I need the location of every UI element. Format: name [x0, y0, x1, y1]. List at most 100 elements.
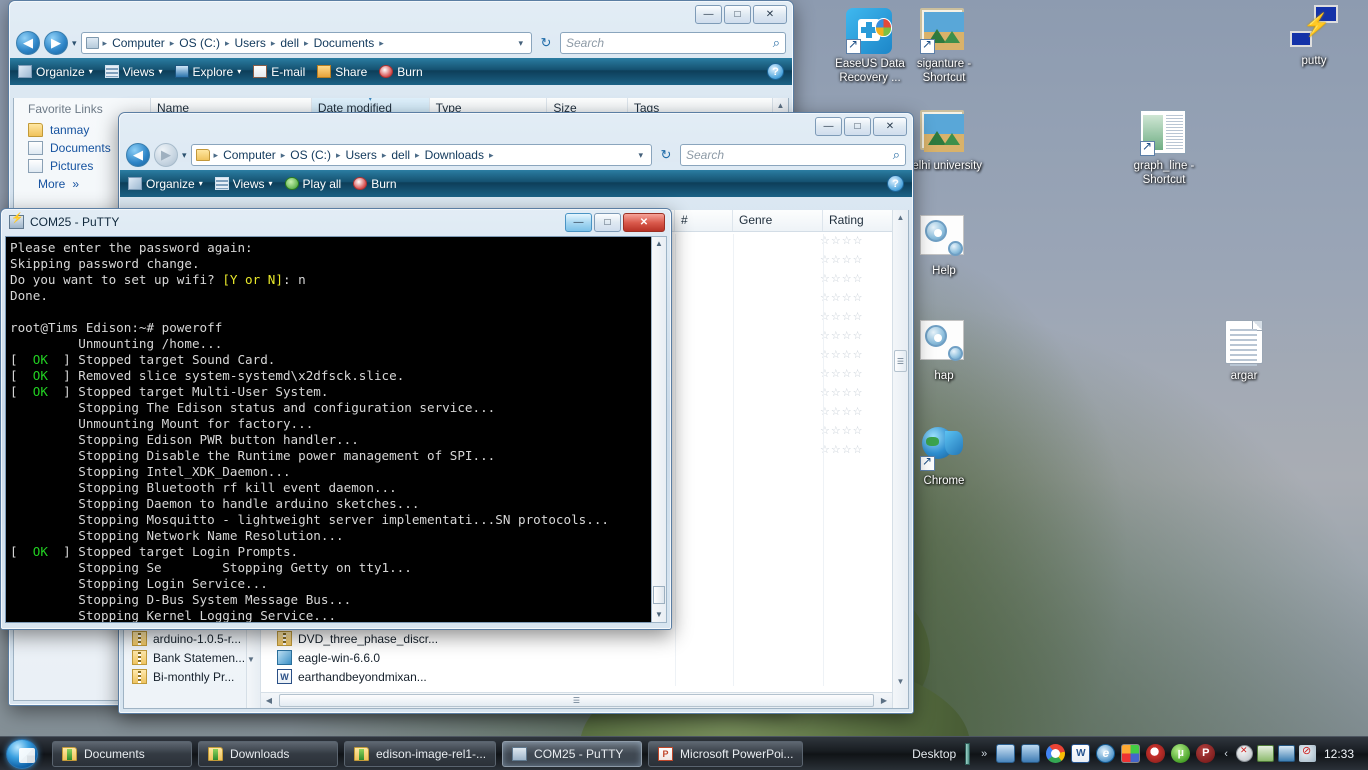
forward-button[interactable]: ▶ — [44, 31, 68, 55]
scroll-thumb-horizontal[interactable]: ☰ — [279, 694, 874, 707]
breadcrumb-dell[interactable]: dell — [277, 35, 302, 51]
rating-stars[interactable]: ☆☆☆☆ — [820, 310, 892, 329]
scroll-thumb[interactable] — [653, 586, 665, 604]
show-desktop-icon[interactable] — [996, 744, 1016, 763]
breadcrumb-os-c[interactable]: OS (C:) — [287, 147, 334, 163]
documents-navigation-bar[interactable]: ◀ ▶ ▾ ▸ Computer ▸ OS (C:) ▸ Users ▸ del… — [10, 28, 792, 58]
nav-item[interactable]: arduino-1.0.5-r... — [124, 629, 260, 648]
utorrent-icon[interactable]: µ — [1171, 744, 1191, 763]
breadcrumb-computer[interactable]: Computer — [220, 147, 279, 163]
taskbar-button-edison-image[interactable]: edison-image-rel1-... — [344, 740, 497, 767]
putty-titlebar[interactable]: COM25 - PuTTY — □ ✕ — [2, 210, 670, 236]
downloads-vertical-scrollbar[interactable]: ▲ ☰ ▼ — [892, 210, 908, 708]
scroll-up-icon[interactable]: ▲ — [893, 210, 908, 226]
switch-windows-icon[interactable] — [1021, 744, 1041, 763]
address-bar[interactable]: ▸ Computer ▸ OS (C:) ▸ Users ▸ dell ▸ Do… — [190, 144, 652, 166]
terminal-output[interactable]: Please enter the password again: Skipping… — [5, 236, 667, 623]
help-button[interactable]: ? — [767, 63, 784, 80]
rating-stars[interactable]: ☆☆☆☆ — [820, 348, 892, 367]
desktop-icon-putty[interactable]: ⚡ putty — [1266, 5, 1362, 68]
close-button[interactable]: ✕ — [753, 5, 787, 24]
views-button[interactable]: Views ▾ — [104, 65, 163, 79]
downloads-titlebar[interactable]: — □ ✕ — [120, 114, 912, 140]
scroll-down-icon[interactable]: ▼ — [893, 674, 908, 690]
rating-stars[interactable]: ☆☆☆☆ — [820, 405, 892, 424]
rating-stars[interactable]: ☆☆☆☆ — [820, 386, 892, 405]
tray-expand-icon[interactable]: ‹ — [1218, 748, 1234, 760]
taskbar-button-powerpoint[interactable]: P Microsoft PowerPoi... — [648, 740, 804, 767]
desktop-icon-argar[interactable]: argar — [1196, 320, 1292, 383]
burn-button[interactable]: Burn — [353, 177, 397, 191]
back-button[interactable]: ◀ — [126, 143, 150, 167]
file-row[interactable]: W earthandbeyondmixan... — [269, 667, 539, 686]
maximize-button[interactable]: □ — [724, 5, 751, 24]
nav-item[interactable]: Bank Statemen... — [124, 648, 260, 667]
downloads-navigation-bar[interactable]: ◀ ▶ ▾ ▸ Computer ▸ OS (C:) ▸ Users ▸ del… — [120, 140, 912, 170]
email-button[interactable]: E-mail — [253, 65, 305, 79]
desktop-icon-siganture[interactable]: siganture - Shortcut — [896, 8, 992, 85]
column-genre[interactable]: Genre — [733, 210, 823, 231]
breadcrumb-users[interactable]: Users — [231, 35, 268, 51]
organize-button[interactable]: Organize ▾ — [128, 177, 203, 191]
burn-button[interactable]: Burn — [379, 65, 423, 79]
putty-window-controls[interactable]: — □ ✕ — [565, 213, 665, 232]
rating-stars[interactable]: ☆☆☆☆ — [820, 367, 892, 386]
minimize-button[interactable]: — — [695, 5, 722, 24]
column-number[interactable]: # — [675, 210, 733, 231]
putty-icon[interactable]: P — [1196, 744, 1216, 763]
downloads-command-bar[interactable]: Organize ▾ Views ▾ Play all Burn ? — [120, 170, 912, 197]
file-row[interactable]: DVD_three_phase_discr... — [269, 629, 539, 648]
breadcrumb-os-c[interactable]: OS (C:) — [176, 35, 223, 51]
minimize-button[interactable]: — — [815, 117, 842, 136]
breadcrumb-dell[interactable]: dell — [388, 147, 413, 163]
rating-stars[interactable]: ☆☆☆☆ — [820, 234, 892, 253]
history-dropdown-icon[interactable]: ▾ — [182, 150, 187, 161]
battery-icon[interactable] — [1256, 745, 1274, 762]
terminal-scrollbar[interactable]: ▲ ▼ — [651, 236, 667, 623]
documents-titlebar[interactable]: — □ ✕ — [10, 2, 792, 28]
scroll-down-icon[interactable]: ▼ — [652, 608, 666, 622]
volume-muted-icon[interactable] — [1298, 744, 1316, 762]
network-icon[interactable] — [1277, 745, 1295, 762]
address-dropdown-icon[interactable]: ▾ — [634, 150, 647, 161]
close-button[interactable]: ✕ — [623, 213, 665, 232]
action-center-icon[interactable] — [1235, 745, 1253, 762]
play-all-button[interactable]: Play all — [284, 177, 341, 191]
refresh-icon[interactable]: ↻ — [536, 33, 556, 53]
start-button[interactable] — [2, 738, 46, 770]
rating-stars[interactable]: ☆☆☆☆ — [820, 443, 892, 462]
clock[interactable]: 12:33 — [1318, 747, 1362, 761]
desktop-icon-graph-line[interactable]: graph_line - Shortcut — [1116, 110, 1212, 187]
views-button[interactable]: Views ▾ — [214, 177, 273, 191]
forward-button[interactable]: ▶ — [154, 143, 178, 167]
rating-stars[interactable]: ☆☆☆☆ — [820, 272, 892, 291]
word-icon[interactable]: W — [1071, 744, 1091, 763]
nav-item[interactable]: Bi-monthly Pr... — [124, 667, 260, 686]
rating-stars[interactable]: ☆☆☆☆ — [820, 424, 892, 443]
rating-stars[interactable]: ☆☆☆☆ — [820, 291, 892, 310]
address-dropdown-icon[interactable]: ▾ — [514, 38, 527, 49]
chrome-icon[interactable] — [1046, 744, 1066, 763]
documents-window-controls[interactable]: — □ ✕ — [695, 5, 787, 24]
breadcrumb-documents[interactable]: Documents — [311, 35, 378, 51]
back-button[interactable]: ◀ — [16, 31, 40, 55]
breadcrumb-users[interactable]: Users — [342, 147, 379, 163]
breadcrumb-computer[interactable]: Computer — [109, 35, 168, 51]
taskbar-button-documents[interactable]: Documents — [52, 740, 192, 767]
close-button[interactable]: ✕ — [873, 117, 907, 136]
taskbar-button-downloads[interactable]: Downloads — [198, 740, 338, 767]
toolbar-grip[interactable] — [965, 742, 971, 765]
notification-area[interactable]: Desktop » W e µ P ‹ 12:33 — [908, 742, 1368, 765]
documents-command-bar[interactable]: Organize ▾ Views ▾ Explore ▾ E-mail Shar… — [10, 58, 792, 85]
help-button[interactable]: ? — [887, 175, 904, 192]
rating-stars[interactable]: ☆☆☆☆ — [820, 329, 892, 348]
file-row[interactable]: eagle-win-6.6.0 — [269, 648, 539, 667]
taskbar-button-putty[interactable]: COM25 - PuTTY — [502, 740, 643, 767]
internet-explorer-icon[interactable]: e — [1096, 744, 1116, 763]
history-dropdown-icon[interactable]: ▾ — [72, 38, 77, 49]
downloads-window-controls[interactable]: — □ ✕ — [815, 117, 907, 136]
explore-button[interactable]: Explore ▾ — [174, 65, 241, 79]
search-box[interactable]: Search ⌕ — [560, 32, 786, 54]
address-bar[interactable]: ▸ Computer ▸ OS (C:) ▸ Users ▸ dell ▸ Do… — [80, 32, 532, 54]
minimize-button[interactable]: — — [565, 213, 592, 232]
